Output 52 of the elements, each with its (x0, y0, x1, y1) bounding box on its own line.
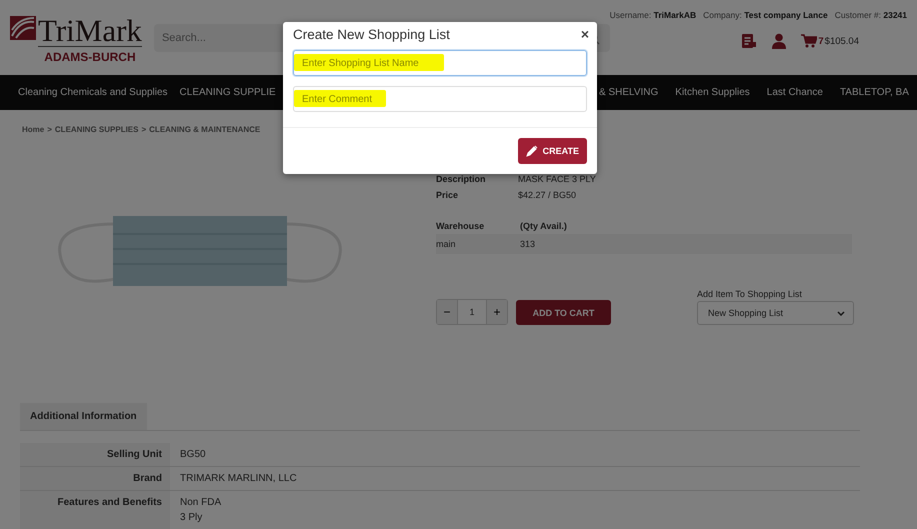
add-to-cart-button[interactable]: ADD TO CART (516, 300, 611, 325)
chevron-icon (837, 310, 845, 316)
input-field[interactable]: Enter Shopping List Name (293, 50, 587, 76)
detail-value: MASK FACE 3 PLY (518, 174, 597, 184)
nav-link[interactable]: Kitchen Supplies (675, 87, 750, 98)
field-label: Add Item To Shopping List (697, 289, 803, 299)
nav-link[interactable]: Last Chance (766, 87, 823, 98)
table-cell-text: main (436, 239, 457, 249)
cart-link[interactable]: 7$105.04 (801, 34, 859, 48)
account-value: 23241 (883, 10, 907, 20)
nav-link[interactable]: TABLETOP, BA (840, 87, 909, 98)
attribute-value: BG50 (180, 449, 207, 460)
input-field[interactable]: Enter Comment (293, 86, 587, 112)
account-label: Customer #: (834, 10, 881, 20)
modal-title: Create New Shopping List (293, 26, 450, 42)
nav-link[interactable]: & SHELVING (599, 87, 658, 98)
breadcrumb-separator: > (47, 125, 52, 134)
column-header: (Qty Avail.) (520, 221, 568, 231)
close-button[interactable]: × (580, 26, 589, 42)
shopping-list-dropdown[interactable]: New Shopping List (697, 301, 854, 325)
user-icon[interactable] (771, 33, 788, 49)
increment-button[interactable]: + (487, 300, 507, 324)
detail-label: Price (436, 190, 460, 200)
breadcrumb-link[interactable]: Home (22, 125, 44, 134)
cart-icon (801, 34, 818, 48)
tab[interactable]: Additional Information (20, 403, 147, 430)
nav-link[interactable]: CLEANING SUPPLIE (180, 87, 276, 98)
attribute-value: TRIMARK MARLINN, LLC (180, 473, 298, 484)
detail-value: $42.27 / BG50 (518, 190, 578, 200)
decrement-button[interactable]: − (437, 300, 457, 324)
breadcrumb-link[interactable]: CLEANING & MAINTENANCE (149, 125, 260, 134)
account-label: Company: (703, 10, 742, 20)
pencil-icon (526, 145, 538, 157)
attribute-value: Non FDA (180, 497, 222, 508)
breadcrumb-separator: > (141, 125, 146, 134)
logo-swirl-icon (10, 16, 36, 40)
logo-subtitle: ADAMS-BURCH (44, 50, 136, 64)
list-icon[interactable] (741, 33, 758, 49)
account-value: TriMarkAB (654, 10, 696, 20)
detail-label: Description (436, 174, 487, 184)
breadcrumb-link[interactable]: CLEANING SUPPLIES (54, 125, 138, 134)
create-button[interactable]: CREATE (518, 138, 587, 164)
table-cell-text: 313 (520, 239, 536, 249)
account-value: Test company Lance (744, 10, 828, 20)
nav-link[interactable]: Cleaning Chemicals and Supplies (18, 87, 168, 98)
logo-wordmark: TriMark (38, 16, 142, 46)
attribute-label: Features and Benefits (20, 491, 170, 529)
account-label: Username: (610, 10, 652, 20)
attribute-label: Brand (20, 467, 170, 490)
attribute-value: 3 Ply (180, 512, 204, 523)
column-header: Warehouse (436, 221, 486, 231)
attribute-label: Selling Unit (20, 443, 170, 466)
